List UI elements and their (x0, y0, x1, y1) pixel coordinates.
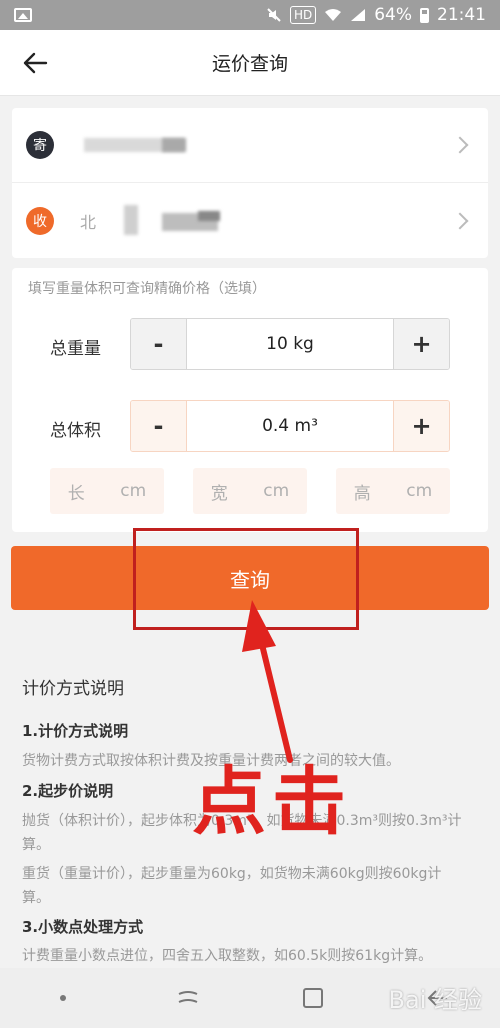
header: 运价查询 (0, 30, 500, 96)
address-card: 寄 收 北 (12, 108, 488, 258)
nav-home[interactable] (293, 978, 333, 1018)
status-bar: HD 64% 21:41 (0, 0, 500, 30)
section-1-text: 货物计费方式取按体积计费及按重量计费两者之间的较大值。 (22, 753, 400, 769)
width-unit: cm (263, 481, 290, 501)
chevron-right-icon (451, 136, 469, 154)
redacted-receiver-block-1 (124, 205, 138, 235)
nav-dot[interactable] (43, 978, 83, 1018)
gallery-notification-icon (14, 8, 32, 22)
weight-value[interactable]: 10 kg (187, 319, 393, 369)
length-input[interactable]: 长 cm (50, 468, 164, 514)
form-hint: 填写重量体积可查询精确价格（选填） (28, 281, 266, 297)
width-input[interactable]: 宽 cm (193, 468, 307, 514)
clock: 21:41 (437, 5, 486, 25)
volume-label: 总体积 (50, 421, 101, 441)
home-square-icon (302, 988, 323, 1008)
sender-address-row[interactable]: 寄 (12, 108, 488, 183)
volume-value[interactable]: 0.4 m³ (187, 401, 393, 451)
weight-volume-card: 填写重量体积可查询精确价格（选填） 总重量 - 10 kg + 总体积 - 0.… (12, 268, 488, 532)
receiver-badge: 收 (26, 206, 54, 235)
section-1-title: 1.计价方式说明 (22, 722, 129, 740)
battery-percent: 64% (374, 5, 412, 25)
mute-icon (267, 8, 281, 22)
wifi-icon (325, 9, 342, 21)
back-arrow-icon[interactable] (22, 50, 48, 76)
volume-stepper: - 0.4 m³ + (130, 400, 450, 452)
length-unit: cm (120, 481, 147, 501)
section-3-title: 3.小数点处理方式 (22, 918, 144, 936)
redacted-sender-address-dark (162, 138, 186, 152)
sender-badge: 寄 (26, 131, 54, 159)
weight-minus-button[interactable]: - (131, 319, 187, 369)
height-input[interactable]: 高 cm (336, 468, 450, 514)
chevron-right-icon (451, 212, 469, 229)
receiver-address-text: 北 (80, 213, 97, 232)
pricing-info-title: 计价方式说明 (22, 679, 124, 699)
watermark: Bai 经验 (388, 986, 482, 1014)
status-right: HD 64% 21:41 (266, 5, 486, 25)
page-title: 运价查询 (211, 53, 288, 75)
length-label: 长 (67, 483, 85, 504)
section-3-text: 计费重量小数点进位，四舍五入取整数，如60.5k则按61kg计算。 (22, 948, 433, 964)
nav-recent-apps[interactable] (168, 978, 208, 1018)
volume-plus-button[interactable]: + (393, 401, 449, 451)
recent-apps-icon (178, 991, 197, 1003)
battery-icon (420, 7, 429, 23)
width-label: 宽 (210, 483, 228, 504)
height-label: 高 (353, 483, 371, 504)
hd-badge: HD (289, 6, 317, 24)
dot-icon (59, 995, 66, 1001)
signal-icon (351, 9, 366, 21)
weight-stepper: - 10 kg + (130, 318, 450, 370)
section-2-text-a: 抛货（体积计价），起步体积为0.3m³，如货物未满0.3m³则按0.3m³计算。 (22, 813, 462, 853)
redacted-receiver-block-3 (198, 211, 220, 221)
weight-label: 总重量 (50, 339, 101, 359)
weight-plus-button[interactable]: + (393, 319, 449, 369)
volume-minus-button[interactable]: - (131, 401, 187, 451)
query-button[interactable]: 查询 (11, 546, 489, 610)
receiver-address-row[interactable]: 收 北 (12, 183, 488, 258)
section-2-text-b: 重货（重量计价），起步重量为60kg，如货物未满60kg则按60kg计算。 (22, 866, 442, 906)
height-unit: cm (406, 481, 433, 501)
section-2-title: 2.起步价说明 (22, 782, 114, 800)
